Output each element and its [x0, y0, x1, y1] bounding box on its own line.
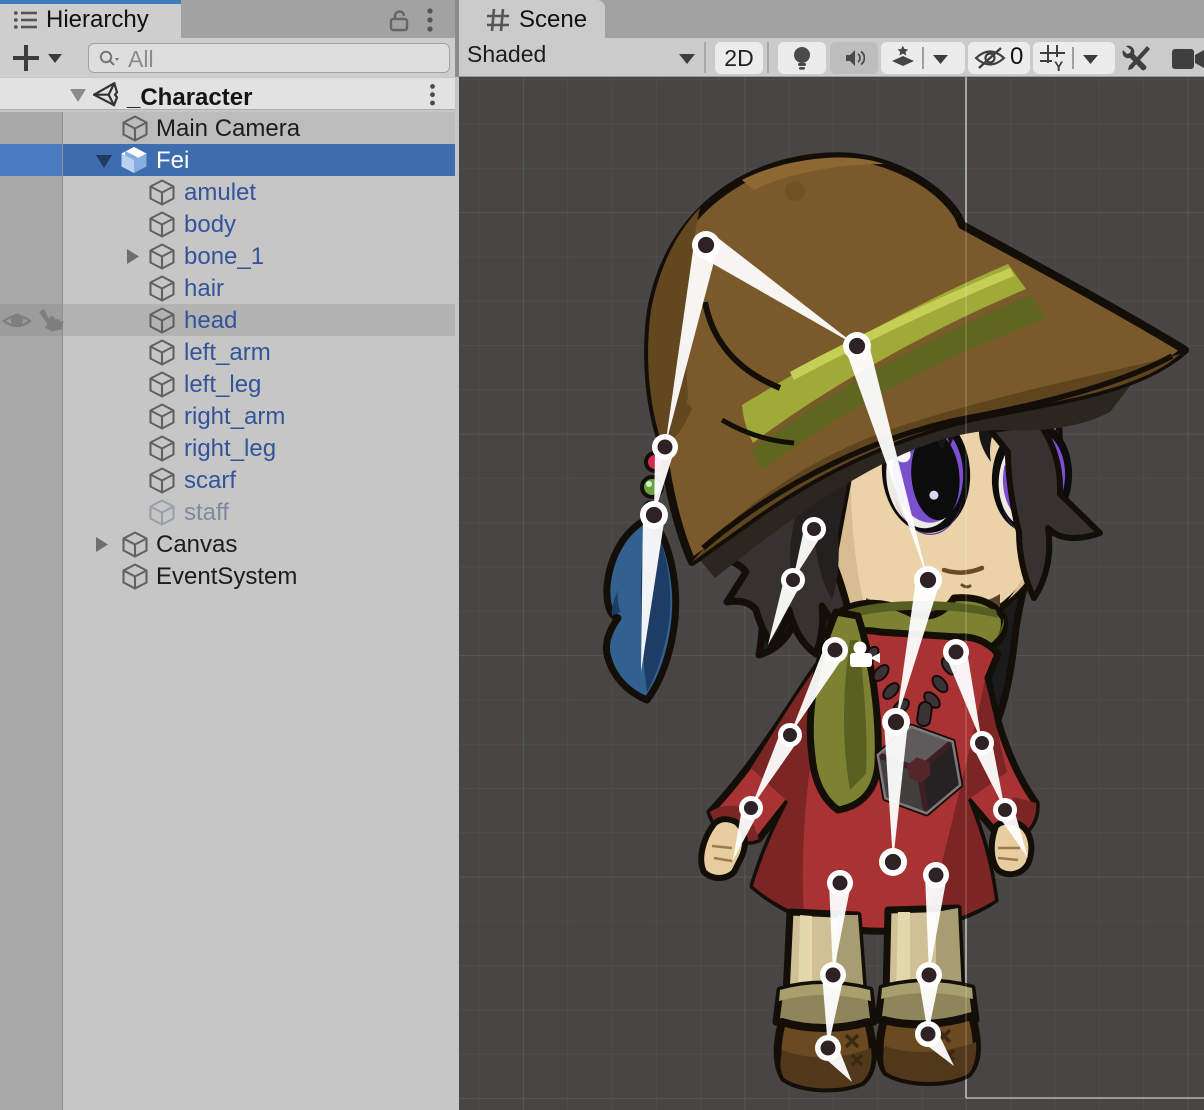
svg-text:Y: Y — [1054, 58, 1064, 72]
